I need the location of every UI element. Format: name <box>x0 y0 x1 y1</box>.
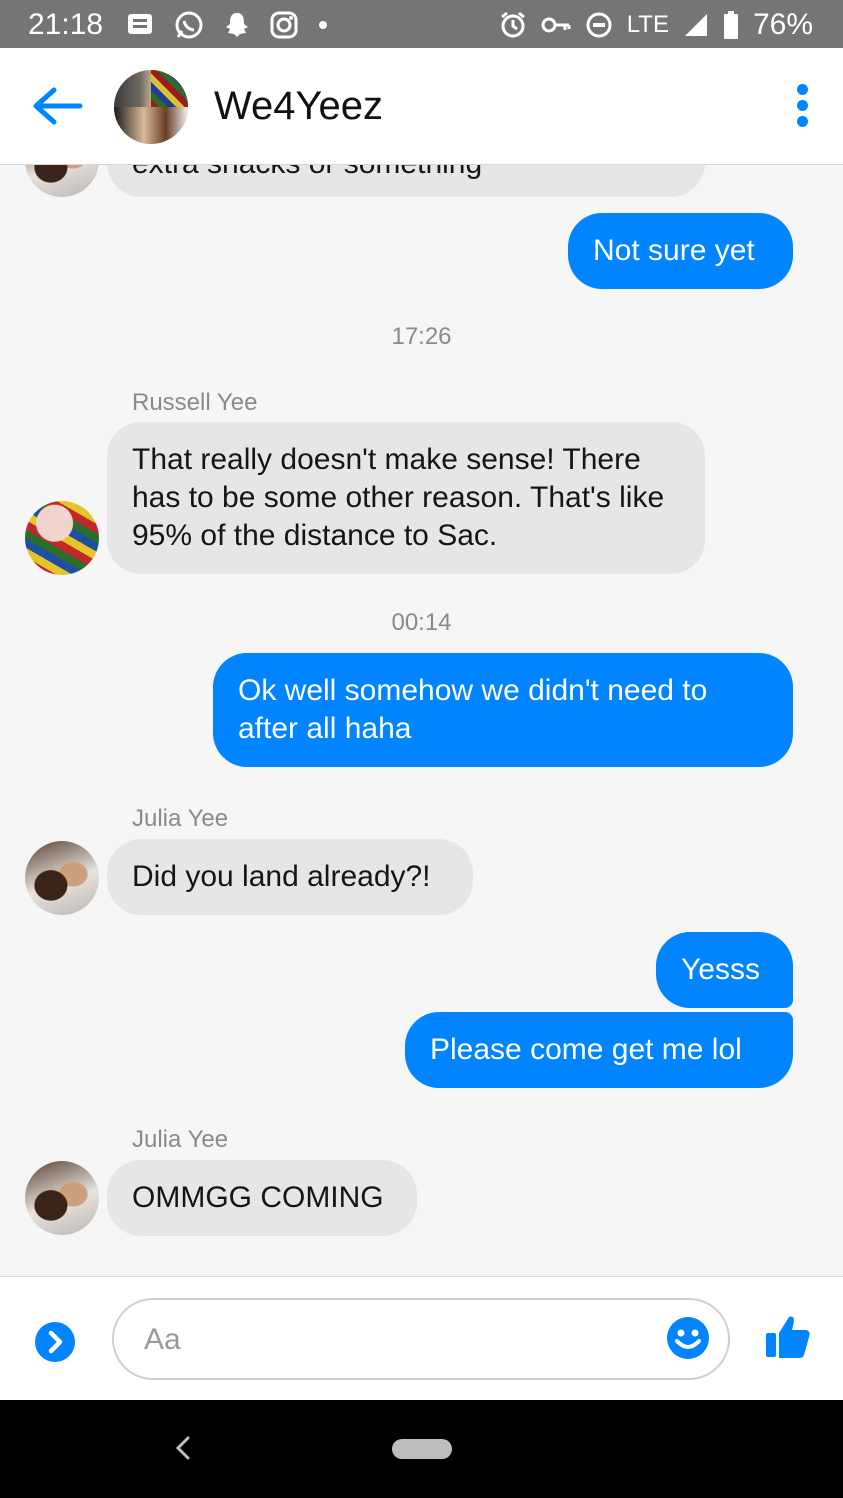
message-text: Please come get me lol <box>430 1033 742 1066</box>
message-text: That really doesn't make sense! There ha… <box>132 443 665 552</box>
status-bar: 21:18 LTE 76% <box>0 0 843 48</box>
timestamp: 17:26 <box>391 323 452 350</box>
more-notifications-dot-icon <box>319 21 327 29</box>
conversation-title[interactable]: We4Yeez <box>214 84 383 129</box>
incoming-message[interactable]: That really doesn't make sense! There ha… <box>107 422 705 574</box>
message-text: OMMGG COMING <box>132 1181 384 1214</box>
expand-icon[interactable] <box>35 1322 75 1362</box>
instagram-notification-icon <box>270 11 298 39</box>
message-text: Ok well somehow we didn't need to after … <box>238 674 708 745</box>
notification-icons <box>126 10 328 40</box>
thumbs-up-icon[interactable] <box>764 1313 812 1361</box>
battery-percent: 76% <box>752 8 813 41</box>
alarm-icon <box>500 11 525 38</box>
avatar[interactable] <box>25 501 99 575</box>
sender-name: Russell Yee <box>132 389 258 416</box>
message-text: Did you land already?! <box>132 860 431 893</box>
sender-name: Julia Yee <box>132 1126 229 1153</box>
avatar[interactable] <box>25 841 99 915</box>
incoming-message-partial[interactable]: extra snacks or something <box>107 165 705 197</box>
outgoing-message[interactable]: Not sure yet <box>568 213 793 289</box>
avatar[interactable] <box>25 1161 99 1235</box>
avatar[interactable] <box>25 165 99 197</box>
incoming-message[interactable]: OMMGG COMING <box>107 1160 417 1236</box>
message-text: extra snacks or something <box>132 165 482 183</box>
nav-back-icon[interactable] <box>168 1430 198 1466</box>
message-composer <box>0 1276 843 1401</box>
system-icons: LTE 76% <box>499 8 813 42</box>
more-vertical-icon[interactable] <box>788 84 816 132</box>
sender-name: Julia Yee <box>132 805 229 832</box>
home-pill-icon[interactable] <box>392 1439 452 1459</box>
battery-icon <box>723 11 738 39</box>
emoji-icon[interactable] <box>666 1316 710 1360</box>
message-text: Yesss <box>681 953 760 986</box>
signal-icon <box>684 14 707 36</box>
message-text: Not sure yet <box>593 234 755 267</box>
whatsapp-notification-icon <box>175 11 203 39</box>
network-type: LTE <box>626 11 669 38</box>
back-arrow-icon[interactable] <box>30 86 84 126</box>
message-input-wrapper[interactable] <box>112 1298 730 1380</box>
incoming-message[interactable]: Did you land already?! <box>107 839 473 915</box>
do-not-disturb-icon <box>586 12 612 38</box>
conversation-header: We4Yeez <box>0 48 843 165</box>
message-input[interactable] <box>142 1316 646 1364</box>
snapchat-notification-icon <box>226 13 248 37</box>
outgoing-message[interactable]: Yesss <box>656 932 793 1008</box>
vpn-key-icon <box>541 17 571 33</box>
group-avatar[interactable] <box>114 70 188 144</box>
status-time: 21:18 <box>28 8 104 41</box>
outgoing-message[interactable]: Ok well somehow we didn't need to after … <box>213 653 793 767</box>
timestamp: 00:14 <box>391 609 452 636</box>
message-thread[interactable]: extra snacks or something Not sure yet 1… <box>0 165 843 1275</box>
messages-notification-icon <box>128 14 152 34</box>
system-nav-bar <box>0 1400 843 1498</box>
outgoing-message[interactable]: Please come get me lol <box>405 1012 793 1088</box>
